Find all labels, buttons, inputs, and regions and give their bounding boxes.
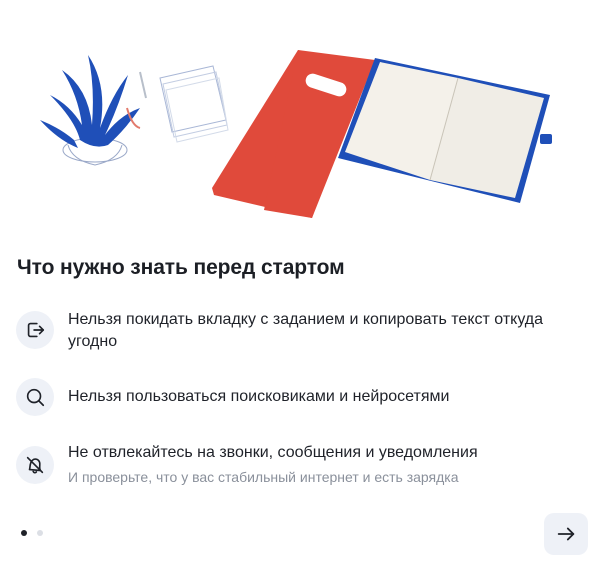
rule-text: Не отвлекайтесь на звонки, сообщения и у…	[68, 444, 478, 461]
rule-subtext: И проверьте, что у вас стабильный интерн…	[68, 469, 459, 485]
rule-text: Нельзя покидать вкладку с заданием и коп…	[68, 311, 544, 350]
pager-dots	[21, 530, 43, 536]
rule-item: Нельзя покидать вкладку с заданием и коп…	[16, 309, 576, 365]
next-button[interactable]	[544, 513, 588, 555]
pager-dot-active[interactable]	[21, 530, 27, 536]
pager-dot[interactable]	[37, 530, 43, 536]
page-title: Что нужно знать перед стартом	[17, 256, 345, 279]
rule-text: Нельзя пользоваться поисковиками и нейро…	[68, 388, 450, 405]
hero-illustration	[40, 50, 552, 218]
arrow-right-icon	[557, 527, 575, 541]
rule-item: Не отвлекайтесь на звонки, сообщения и у…	[16, 442, 576, 498]
plant-illustration	[40, 55, 140, 166]
rule-item: Нельзя пользоваться поисковиками и нейро…	[16, 378, 576, 434]
exit-icon	[16, 311, 54, 349]
bell-off-icon	[16, 446, 54, 484]
book-illustration	[338, 58, 552, 203]
notes-illustration	[159, 65, 229, 143]
search-icon	[16, 378, 54, 416]
